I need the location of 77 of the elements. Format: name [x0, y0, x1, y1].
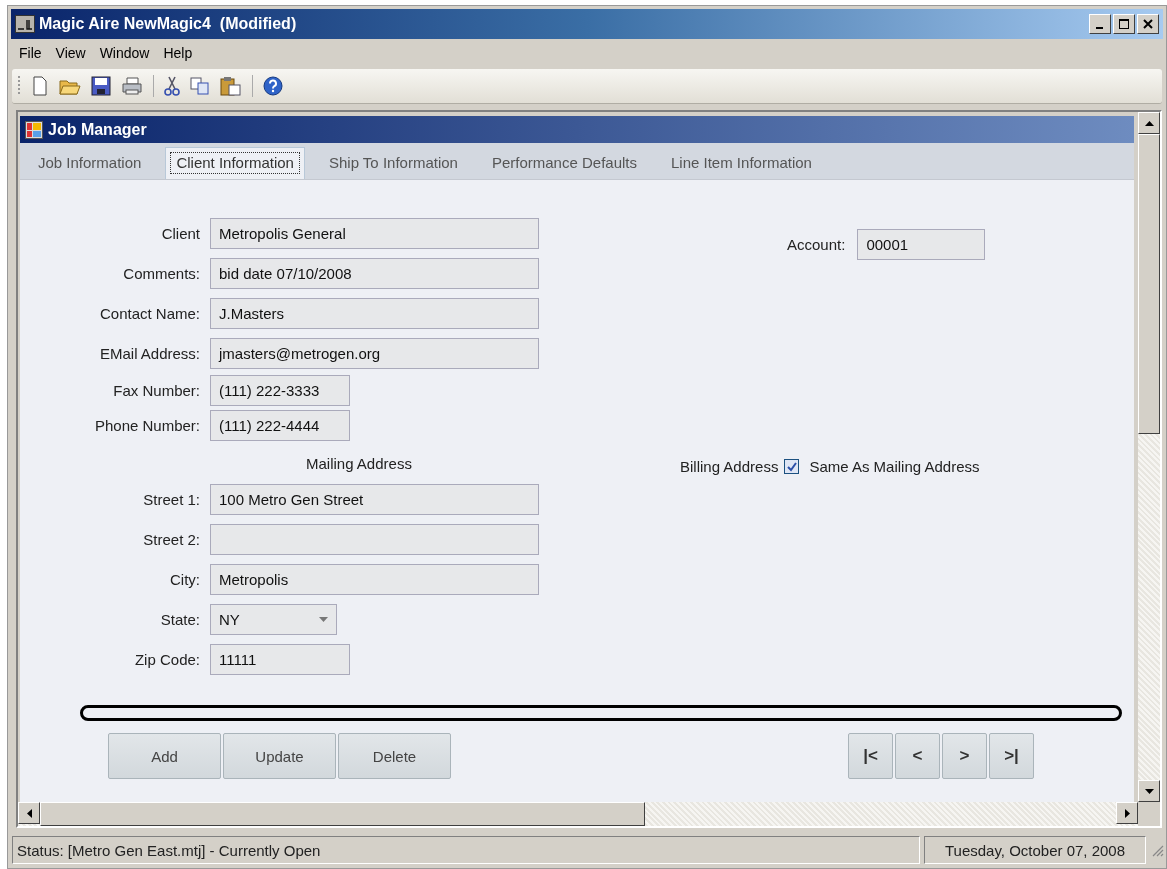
checkbox[interactable]	[784, 459, 800, 474]
toolbar-grip-icon	[18, 76, 21, 96]
help-icon[interactable]	[263, 76, 283, 96]
first-record-button[interactable]: |<	[848, 733, 893, 779]
minimize-button[interactable]	[1089, 14, 1111, 34]
scissors-icon[interactable]	[164, 76, 180, 96]
maximize-button[interactable]	[1113, 14, 1135, 34]
maximize-icon	[1119, 19, 1129, 29]
dropdown-arrow-icon	[319, 616, 328, 622]
left-arrow-icon	[26, 808, 32, 818]
scroll-down-button[interactable]	[1138, 780, 1160, 802]
scroll-thumb[interactable]	[1138, 134, 1160, 434]
tab[interactable]: Line Item Information	[661, 148, 822, 179]
close-icon	[1143, 19, 1153, 29]
right-arrow-icon	[1124, 808, 1130, 818]
scroll-up-button[interactable]	[1138, 112, 1160, 134]
field-label: Account:	[787, 236, 846, 253]
window-title: Magic Aire NewMagic4 (Modified)	[39, 15, 298, 33]
paste-icon[interactable]	[220, 76, 242, 96]
text-field[interactable]	[210, 523, 539, 555]
text-field[interactable]: 100 Metro Gen Street	[210, 483, 539, 515]
section-heading: Mailing Address	[306, 454, 412, 472]
field-label: Zip Code:	[133, 650, 200, 668]
resize-grip-icon	[1150, 843, 1164, 857]
child-window-title: Job Manager	[48, 120, 147, 139]
scroll-right-button[interactable]	[1116, 802, 1138, 824]
status-date: Tuesday, October 07, 2008	[924, 836, 1146, 864]
tab[interactable]: Client Information	[165, 147, 305, 179]
tab[interactable]: Job Information	[28, 148, 152, 179]
text-field[interactable]: 11111	[210, 643, 350, 675]
minimize-icon	[1095, 27, 1103, 29]
scroll-thumb[interactable]	[40, 802, 645, 826]
menu-item[interactable]: File	[14, 43, 47, 63]
action-button[interactable]: Update	[223, 733, 336, 779]
text-field[interactable]: J.Masters	[210, 297, 539, 329]
status-text: Status: [Metro Gen East.mtj] - Currently Open	[12, 836, 920, 864]
action-button[interactable]: Delete	[338, 733, 451, 779]
text-field[interactable]: Metropolis General	[210, 217, 539, 249]
text-field[interactable]: 00001	[857, 229, 986, 260]
field-label: Phone Number:	[93, 417, 200, 434]
field-label: Client	[160, 224, 200, 242]
app-icon	[15, 15, 35, 33]
app-icon	[25, 120, 43, 139]
checkbox-label: Same As Mailing Address	[809, 458, 980, 475]
tab[interactable]: Performance Defaults	[481, 148, 647, 179]
next-record-button[interactable]: >	[942, 733, 987, 779]
new-document-icon[interactable]	[31, 76, 49, 96]
scroll-left-button[interactable]	[18, 802, 40, 824]
field-label: City:	[169, 570, 200, 588]
menu-item[interactable]: View	[50, 43, 91, 63]
field-label: EMail Address:	[98, 344, 200, 362]
text-field[interactable]: bid date 07/10/2008	[210, 257, 539, 289]
text-field[interactable]: (111) 222-4444	[210, 410, 350, 441]
up-arrow-icon	[1144, 120, 1154, 126]
text-field[interactable]: jmasters@metrogen.org	[210, 337, 539, 369]
tab[interactable]: Ship To Information	[318, 148, 468, 179]
text-field[interactable]: Metropolis	[210, 563, 539, 595]
action-button[interactable]: Add	[108, 733, 221, 779]
field-label: Fax Number:	[112, 382, 200, 399]
copy-icon[interactable]	[190, 76, 210, 96]
text-field[interactable]: (111) 222-3333	[210, 375, 350, 406]
horizontal-scrollbar[interactable]	[18, 802, 1138, 826]
field-label: Street 1:	[142, 490, 200, 508]
close-button[interactable]	[1137, 14, 1159, 34]
field-label: Street 2:	[142, 530, 200, 548]
field-label: Comments:	[122, 264, 200, 282]
field-label: Billing Address	[680, 458, 779, 475]
down-arrow-icon	[1144, 788, 1154, 794]
menu-item[interactable]: Window	[94, 43, 155, 63]
printer-icon[interactable]	[121, 76, 143, 96]
dropdown-field[interactable]: NY	[210, 603, 337, 635]
vertical-scrollbar[interactable]	[1138, 112, 1160, 802]
menu-item[interactable]: Help	[158, 43, 198, 63]
field-label: Contact Name:	[98, 304, 200, 322]
field-label: State:	[159, 610, 200, 628]
last-record-button[interactable]: >|	[989, 733, 1034, 779]
previous-record-button[interactable]: <	[895, 733, 940, 779]
